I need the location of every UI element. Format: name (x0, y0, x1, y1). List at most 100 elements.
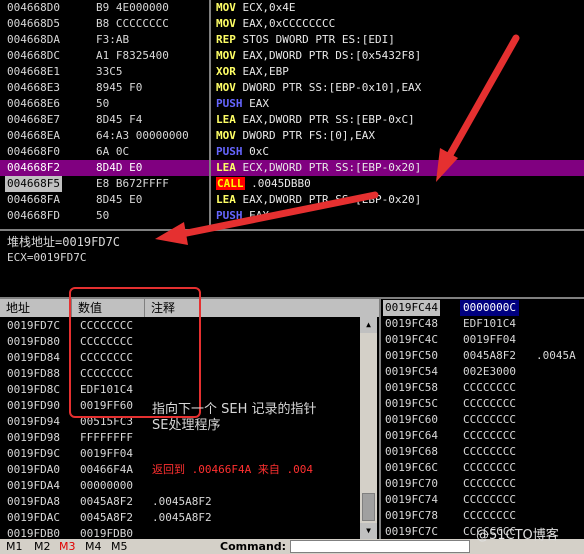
stack-row[interactable]: 0019FC50 0045A8F2 .0045A (381, 348, 584, 364)
stack-value: 0000000C (460, 300, 519, 316)
dump-row[interactable]: 0019FD88 CCCCCCCC (0, 366, 360, 382)
stack-row[interactable]: 0019FC4C 0019FF04 (381, 332, 584, 348)
stack-value: 002E3000 (463, 365, 516, 378)
stack-comment: .0045A (536, 349, 576, 362)
tab-m2[interactable]: M2 (34, 540, 51, 554)
tab-m1[interactable]: M1 (6, 540, 23, 554)
disasm-instruction: MOV ECX,0x4E (216, 0, 295, 16)
stack-row[interactable]: 0019FC5C CCCCCCCC (381, 396, 584, 412)
dump-row[interactable]: 0019FD84 CCCCCCCC (0, 350, 360, 366)
disasm-mnemonic: CALL (216, 177, 245, 190)
stack-row[interactable]: 0019FC70 CCCCCCCC (381, 476, 584, 492)
disasm-row[interactable]: 004668FA 8D45 E0 LEA EAX,DWORD PTR SS:[EBP… (0, 192, 584, 208)
header-address[interactable]: 地址 (0, 299, 72, 317)
disasm-address: 004668F0 (7, 145, 60, 158)
dump-address: 0019FD88 (7, 367, 60, 380)
dump-value: 0019FF04 (80, 447, 133, 460)
disassembly-pane[interactable]: 004668D0 B9 4E000000 MOV ECX,0x4E 004668D5 B… (0, 0, 584, 229)
stack-address: 0019FC7C (385, 525, 438, 538)
stack-row[interactable]: 0019FC74 CCCCCCCC (381, 492, 584, 508)
disasm-row[interactable]: 004668F5 E8 B672FFFF CALL .0045DBB0 (0, 176, 584, 192)
header-value[interactable]: 数值 (72, 299, 145, 317)
stack-row[interactable]: 0019FC68 CCCCCCCC (381, 444, 584, 460)
stack-pane[interactable]: 0019FC44 0000000C 0019FC48 EDF101C4 0019FC4C… (379, 297, 584, 539)
dump-row[interactable]: 0019FDB0 0019FDB0 (0, 526, 360, 539)
dump-row[interactable]: 0019FDA8 0045A8F2 .0045A8F2 (0, 494, 360, 510)
command-label: Command: (220, 540, 287, 553)
dump-row[interactable]: 0019FDA0 00466F4A 返回到 .00466F4A 来自 .004 (0, 462, 360, 478)
disasm-mnemonic: LEA (216, 161, 236, 174)
stack-row[interactable]: 0019FC58 CCCCCCCC (381, 380, 584, 396)
stack-row[interactable]: 0019FC44 0000000C (381, 300, 584, 316)
dump-value: EDF101C4 (80, 383, 133, 396)
header-comment[interactable]: 注释 (145, 299, 360, 317)
scroll-down-icon[interactable]: ▼ (360, 523, 377, 539)
dump-address: 0019FD80 (7, 335, 60, 348)
disasm-row[interactable]: 004668E7 8D45 F4 LEA EAX,DWORD PTR SS:[EBP… (0, 112, 584, 128)
stack-value: CCCCCCCC (463, 509, 516, 522)
stack-value: 0045A8F2 (463, 349, 516, 362)
info-ecx-value: ECX=0019FD7C (7, 251, 87, 264)
disasm-mnemonic: LEA (216, 193, 236, 206)
disasm-row[interactable]: 004668DA F3:AB REP STOS DWORD PTR ES:[EDI] (0, 32, 584, 48)
disasm-row[interactable]: 004668E1 33C5 XOR EAX,EBP (0, 64, 584, 80)
disasm-address: 004668EA (7, 129, 60, 142)
disasm-instruction: MOV EAX,0xCCCCCCCC (216, 16, 335, 32)
dump-address: 0019FD90 (7, 399, 60, 412)
disasm-column-divider[interactable] (209, 0, 211, 229)
dump-row[interactable]: 0019FD80 CCCCCCCC (0, 334, 360, 350)
disasm-hex: 8D45 F4 (96, 113, 143, 126)
tab-m5[interactable]: M5 (111, 540, 128, 554)
disasm-row[interactable]: 004668FD 50 PUSH EAX (0, 208, 584, 224)
stack-row[interactable]: 0019FC48 EDF101C4 (381, 316, 584, 332)
stack-row[interactable]: 0019FC6C CCCCCCCC (381, 460, 584, 476)
dump-value: 0045A8F2 (80, 495, 133, 508)
dump-address: 0019FDA8 (7, 495, 60, 508)
dump-row[interactable]: 0019FDAC 0045A8F2 .0045A8F2 (0, 510, 360, 526)
disasm-instruction: PUSH EAX (216, 208, 269, 224)
dump-value: 00515FC3 (80, 415, 133, 428)
stack-value: EDF101C4 (463, 317, 516, 330)
disasm-instruction: PUSH EAX (216, 96, 269, 112)
stack-value: CCCCCCCC (463, 445, 516, 458)
disasm-row[interactable]: 004668E3 8945 F0 MOV DWORD PTR SS:[EBP-0x1… (0, 80, 584, 96)
tab-m3[interactable]: M3 (59, 540, 76, 554)
dump-row[interactable]: 0019FD8C EDF101C4 (0, 382, 360, 398)
dump-row[interactable]: 0019FD9C 0019FF04 (0, 446, 360, 462)
disasm-address: 004668FA (7, 193, 60, 206)
scroll-up-icon[interactable]: ▲ (360, 317, 377, 333)
stack-row[interactable]: 0019FC54 002E3000 (381, 364, 584, 380)
command-input[interactable] (290, 540, 470, 553)
disasm-operands: ECX,DWORD PTR SS:[EBP-0x20] (235, 161, 422, 174)
disasm-hex: B8 CCCCCCCC (96, 17, 169, 30)
disasm-mnemonic: LEA (216, 113, 236, 126)
dump-row[interactable]: 0019FD7C CCCCCCCC (0, 318, 360, 334)
disasm-hex: 50 (96, 209, 110, 222)
stack-row[interactable]: 0019FC78 CCCCCCCC (381, 508, 584, 524)
disasm-row[interactable]: 004668F2 8D4D E0 LEA ECX,DWORD PTR SS:[EBP… (0, 160, 584, 176)
dump-address: 0019FDB0 (7, 527, 60, 539)
stack-row[interactable]: 0019FC64 CCCCCCCC (381, 428, 584, 444)
stack-address: 0019FC78 (385, 509, 438, 522)
disasm-hex: 8D4D E0 (96, 161, 143, 174)
disasm-instruction: LEA EAX,DWORD PTR SS:[EBP-0x20] (216, 192, 421, 208)
dump-address: 0019FD94 (7, 415, 60, 428)
disasm-row[interactable]: 004668DC A1 F8325400 MOV EAX,DWORD PTR DS:… (0, 48, 584, 64)
disasm-row[interactable]: 004668F0 6A 0C PUSH 0xC (0, 144, 584, 160)
dump-scrollbar[interactable]: ▲ ▼ (360, 317, 377, 539)
stack-row[interactable]: 0019FC60 CCCCCCCC (381, 412, 584, 428)
dump-address: 0019FD84 (7, 351, 60, 364)
disasm-row[interactable]: 004668EA 64:A3 00000000 MOV DWORD PTR FS:[… (0, 128, 584, 144)
annotation-se-handler: SE处理程序 (152, 418, 221, 433)
disasm-row[interactable]: 004668D0 B9 4E000000 MOV ECX,0x4E (0, 0, 584, 16)
disasm-mnemonic: MOV (216, 49, 236, 62)
scroll-thumb[interactable] (362, 493, 375, 521)
disasm-operands: EAX,DWORD PTR SS:[EBP-0x20] (235, 193, 422, 206)
disasm-row[interactable]: 004668E6 50 PUSH EAX (0, 96, 584, 112)
stack-address: 0019FC74 (385, 493, 438, 506)
disasm-operands: EAX,EBP (235, 65, 289, 78)
disasm-mnemonic: MOV (216, 129, 236, 142)
dump-row[interactable]: 0019FDA4 00000000 (0, 478, 360, 494)
tab-m4[interactable]: M4 (85, 540, 102, 554)
disasm-row[interactable]: 004668D5 B8 CCCCCCCC MOV EAX,0xCCCCCCCC (0, 16, 584, 32)
